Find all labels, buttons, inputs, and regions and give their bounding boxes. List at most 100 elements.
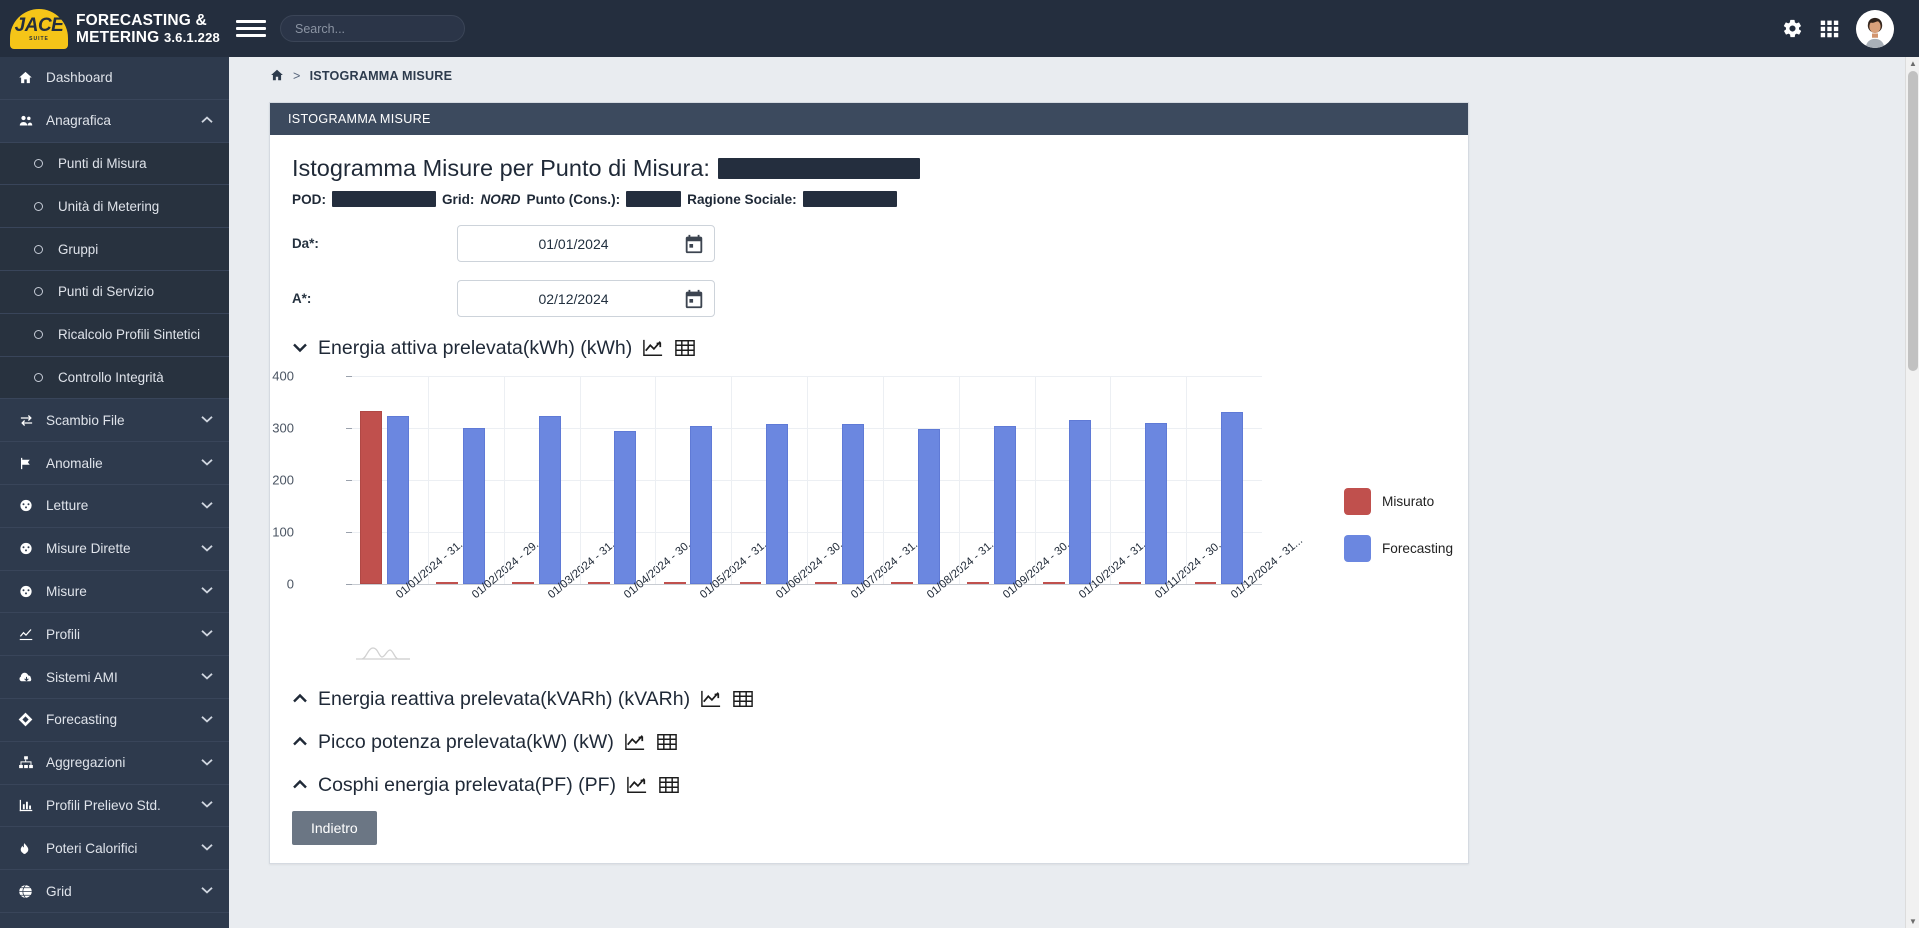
sidebar-item-anagrafica[interactable]: Anagrafica [0, 100, 229, 143]
sidebar-item-anomalie[interactable]: Anomalie [0, 442, 229, 485]
chart-bar[interactable] [891, 582, 914, 584]
gear-icon[interactable] [1782, 18, 1803, 39]
chart-bar[interactable] [917, 429, 940, 584]
section-header-cosphi[interactable]: Cosphi energia prelevata(PF) (PF) [292, 774, 1446, 797]
sidebar-item-grid[interactable]: Grid [0, 870, 229, 913]
chart-bar[interactable] [1145, 422, 1168, 584]
sidebar-item-forecasting[interactable]: Forecasting [0, 699, 229, 742]
line-chart-icon[interactable] [700, 689, 722, 711]
grid-value: NORD [480, 191, 521, 207]
chart-bar[interactable] [1194, 582, 1217, 584]
sidebar-item-profili-prelievo-std[interactable]: Profili Prelievo Std. [0, 785, 229, 828]
chart-bar[interactable] [512, 582, 534, 584]
chevron-up-icon[interactable] [201, 115, 213, 127]
chevron-down-icon[interactable] [201, 457, 213, 469]
chart-bar[interactable] [766, 424, 789, 584]
menu-toggle-icon[interactable] [236, 14, 266, 44]
section-header-energia-attiva[interactable]: Energia attiva prelevata(kWh) (kWh) [292, 337, 1446, 360]
chevron-up-icon[interactable] [292, 777, 308, 794]
chevron-down-icon[interactable] [201, 585, 213, 597]
chevron-down-icon[interactable] [201, 500, 213, 512]
chart-bar[interactable] [538, 415, 561, 584]
search-box[interactable] [280, 15, 465, 42]
chart-bar[interactable] [462, 428, 485, 584]
chart-bar[interactable] [1221, 411, 1244, 584]
chart-bar[interactable] [739, 582, 762, 584]
avatar[interactable] [1856, 9, 1894, 48]
sidebar-item-dashboard[interactable]: Dashboard [0, 57, 229, 100]
sidebar-item-punti-di-servizio[interactable]: Punti di Servizio [0, 270, 229, 314]
chart-bar[interactable] [1069, 419, 1092, 584]
line-chart-icon[interactable] [624, 732, 646, 754]
chart-bar[interactable] [663, 582, 686, 584]
chart-bar[interactable] [967, 582, 989, 584]
sidebar-item-label: Aggregazioni [46, 755, 126, 771]
sidebar-item-aggregazioni[interactable]: Aggregazioni [0, 742, 229, 785]
brand-logo[interactable]: JACE SUITE FORECASTING & METERING 3.6.1.… [0, 0, 229, 57]
scrollbar-thumb[interactable] [1908, 71, 1918, 371]
back-button[interactable]: Indietro [292, 811, 377, 845]
table-icon[interactable] [732, 689, 754, 711]
sidebar-item-misure-dirette[interactable]: Misure Dirette [0, 528, 229, 571]
chart-bar[interactable] [360, 411, 383, 584]
chevron-down-icon[interactable] [201, 757, 213, 769]
sidebar-item-controllo-integrit[interactable]: Controllo Integrità [0, 356, 229, 400]
section-header-picco-potenza[interactable]: Picco potenza prelevata(kW) (kW) [292, 731, 1446, 754]
legend-item[interactable]: Misurato [1344, 488, 1453, 515]
chart-bar[interactable] [587, 582, 610, 584]
y-axis-tick-mark [346, 428, 352, 429]
sidebar-item-ricalcolo-profili-sintetici[interactable]: Ricalcolo Profili Sintetici [0, 313, 229, 357]
sidebar-item-sistemi-ami[interactable]: Sistemi AMI [0, 656, 229, 699]
sidebar-item-scambio-file[interactable]: Scambio File [0, 399, 229, 443]
chart-bar[interactable] [1118, 582, 1141, 584]
search-input[interactable] [280, 15, 465, 42]
chevron-down-icon[interactable] [201, 628, 213, 640]
legend-item[interactable]: Forecasting [1344, 535, 1453, 562]
chart-vertical-gridline [427, 376, 429, 584]
chart-bar[interactable] [436, 582, 459, 584]
chart-bar[interactable] [690, 426, 713, 584]
grid-apps-icon[interactable] [1819, 18, 1840, 39]
chevron-down-icon[interactable] [292, 340, 308, 357]
section-header-energia-reattiva[interactable]: Energia reattiva prelevata(kVARh) (kVARh… [292, 688, 1446, 711]
scroll-down-arrow[interactable]: ▼ [1909, 917, 1917, 926]
sidebar-item-misure[interactable]: Misure [0, 571, 229, 614]
chart-range-brush[interactable] [354, 640, 412, 662]
table-icon[interactable] [674, 338, 696, 360]
chart-bar[interactable] [993, 426, 1016, 584]
table-icon[interactable] [656, 732, 678, 754]
chart-bar[interactable] [386, 415, 409, 584]
punto-label: Punto (Cons.): [526, 191, 621, 207]
chart-bar[interactable] [614, 430, 637, 584]
date-from-value[interactable]: 01/01/2024 [458, 236, 683, 252]
chart-bar[interactable] [815, 582, 838, 584]
page-scrollbar[interactable]: ▲ ▼ [1905, 57, 1919, 928]
home-icon[interactable] [270, 68, 284, 85]
date-to-value[interactable]: 02/12/2024 [458, 291, 683, 307]
sidebar-item-punti-di-misura[interactable]: Punti di Misura [0, 142, 229, 186]
line-chart-icon[interactable] [626, 775, 648, 797]
table-icon[interactable] [658, 775, 680, 797]
chevron-up-icon[interactable] [292, 734, 308, 751]
calendar-icon[interactable] [683, 288, 705, 310]
sidebar-item-unit-di-metering[interactable]: Unità di Metering [0, 185, 229, 229]
chevron-down-icon[interactable] [201, 714, 213, 726]
sidebar-item-letture[interactable]: Letture [0, 485, 229, 528]
date-to-field[interactable]: 02/12/2024 [457, 280, 715, 317]
chevron-down-icon[interactable] [201, 799, 213, 811]
chevron-down-icon[interactable] [201, 885, 213, 897]
calendar-icon[interactable] [683, 233, 705, 255]
chevron-down-icon[interactable] [201, 842, 213, 854]
sidebar-item-profili[interactable]: Profili [0, 613, 229, 657]
chevron-down-icon[interactable] [201, 671, 213, 683]
chart-bar[interactable] [1042, 582, 1065, 584]
sidebar-item-poteri-calorifici[interactable]: Poteri Calorifici [0, 827, 229, 871]
sidebar-item-gruppi[interactable]: Gruppi [0, 228, 229, 271]
scroll-up-arrow[interactable]: ▲ [1909, 59, 1917, 68]
line-chart-icon[interactable] [642, 338, 664, 360]
chevron-up-icon[interactable] [292, 691, 308, 708]
chart-bar[interactable] [841, 423, 864, 584]
chevron-down-icon[interactable] [201, 414, 213, 426]
date-from-field[interactable]: 01/01/2024 [457, 225, 715, 262]
chevron-down-icon[interactable] [201, 543, 213, 555]
